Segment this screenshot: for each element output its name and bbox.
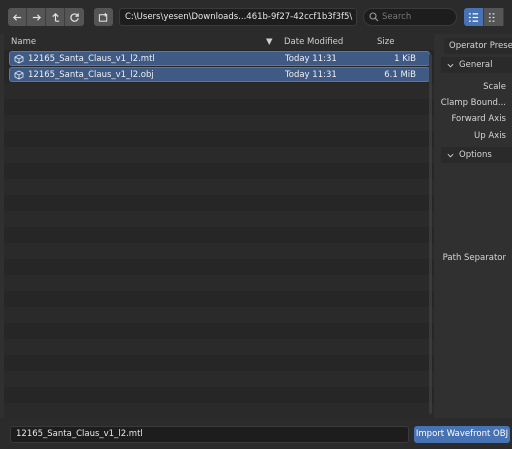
file-name: 12165_Santa_Claus_v1_l2.obj [28,70,154,80]
file-browser-footer: 12165_Santa_Claus_v1_l2.mtl Import Wavef… [0,418,512,449]
sort-chevron-icon[interactable]: ▼ [266,37,273,47]
column-header-name[interactable]: Name [11,37,36,47]
forward-button[interactable] [27,8,46,26]
options-section-header[interactable]: Options [441,147,512,163]
empty-row-area [4,83,434,418]
file-row[interactable]: 12165_Santa_Claus_v1_l2.obj Today 11:31 … [9,67,430,82]
back-arrow-icon [12,13,21,21]
file-list: Name ▼ Date Modified Size 12165_Santa_Cl… [4,34,434,418]
empty-row [4,99,434,115]
empty-row [4,371,434,387]
navigation-buttons [8,8,84,26]
file-list-scrollbar[interactable] [429,54,432,414]
empty-row [4,339,434,355]
empty-row [4,115,434,131]
file-rows: 12165_Santa_Claus_v1_l2.mtl Today 11:31 … [4,51,434,418]
file-list-header: Name ▼ Date Modified Size [4,34,434,50]
search-icon [369,12,379,22]
empty-row [4,355,434,371]
column-header-size[interactable]: Size [377,37,394,47]
file-size: 1 KiB [394,54,416,64]
up-axis-label: Up Axis [474,131,506,141]
operator-side-panel: Operator Presets General Scale Clamp Bou… [437,34,512,418]
empty-row [4,83,434,99]
chevron-down-icon [447,153,454,158]
empty-row [4,275,434,291]
forward-arrow-icon [32,13,41,21]
filename-input[interactable]: 12165_Santa_Claus_v1_l2.mtl [10,426,409,443]
file-size: 6.1 MiB [384,70,416,80]
import-wavefront-obj-button[interactable]: Import Wavefront OBJ [414,426,510,443]
empty-row [4,227,434,243]
empty-row [4,291,434,307]
empty-row [4,211,434,227]
empty-row [4,259,434,275]
3d-object-icon [14,54,24,64]
chevron-down-icon [447,63,454,68]
operator-presets-menu[interactable]: Operator Presets [444,38,512,54]
empty-row [4,195,434,211]
empty-row [4,147,434,163]
list-view-button[interactable] [464,8,484,26]
scale-label: Scale [483,82,506,92]
path-separator-label: Path Separator [442,253,506,263]
back-button[interactable] [8,8,27,26]
column-header-date[interactable]: Date Modified [284,37,343,47]
empty-row [4,131,434,147]
refresh-icon [70,12,79,22]
empty-row [4,323,434,339]
new-folder-button[interactable] [94,8,113,26]
new-folder-icon [98,12,108,22]
file-row[interactable]: 12165_Santa_Claus_v1_l2.mtl Today 11:31 … [9,51,430,66]
empty-row [4,403,434,418]
empty-row [4,179,434,195]
directory-path-input[interactable]: C:\Users\yesen\Downloads...461b-9f27-42c… [119,8,357,26]
file-name: 12165_Santa_Claus_v1_l2.mtl [28,54,155,64]
parent-directory-button[interactable] [46,8,65,26]
general-section-label: General [459,60,493,70]
general-section-header[interactable]: General [441,57,512,73]
forward-axis-label: Forward Axis [451,114,506,124]
empty-row [4,163,434,179]
parent-directory-icon [51,12,59,22]
empty-row [4,243,434,259]
refresh-button[interactable] [65,8,84,26]
3d-object-icon [14,70,24,80]
empty-row [4,307,434,323]
clamp-bounding-box-label: Clamp Bound... [440,98,506,108]
thumbnail-view-icon [488,12,495,22]
file-date: Today 11:31 [285,54,337,64]
search-input[interactable]: Search [363,8,457,26]
search-placeholder: Search [382,12,412,22]
file-date: Today 11:31 [285,70,337,80]
empty-row [4,387,434,403]
file-browser-toolbar: C:\Users\yesen\Downloads...461b-9f27-42c… [0,0,512,34]
list-view-icon [468,12,479,22]
display-mode-buttons [464,8,504,26]
thumbnail-view-button[interactable] [484,8,504,26]
options-section-label: Options [459,150,492,160]
